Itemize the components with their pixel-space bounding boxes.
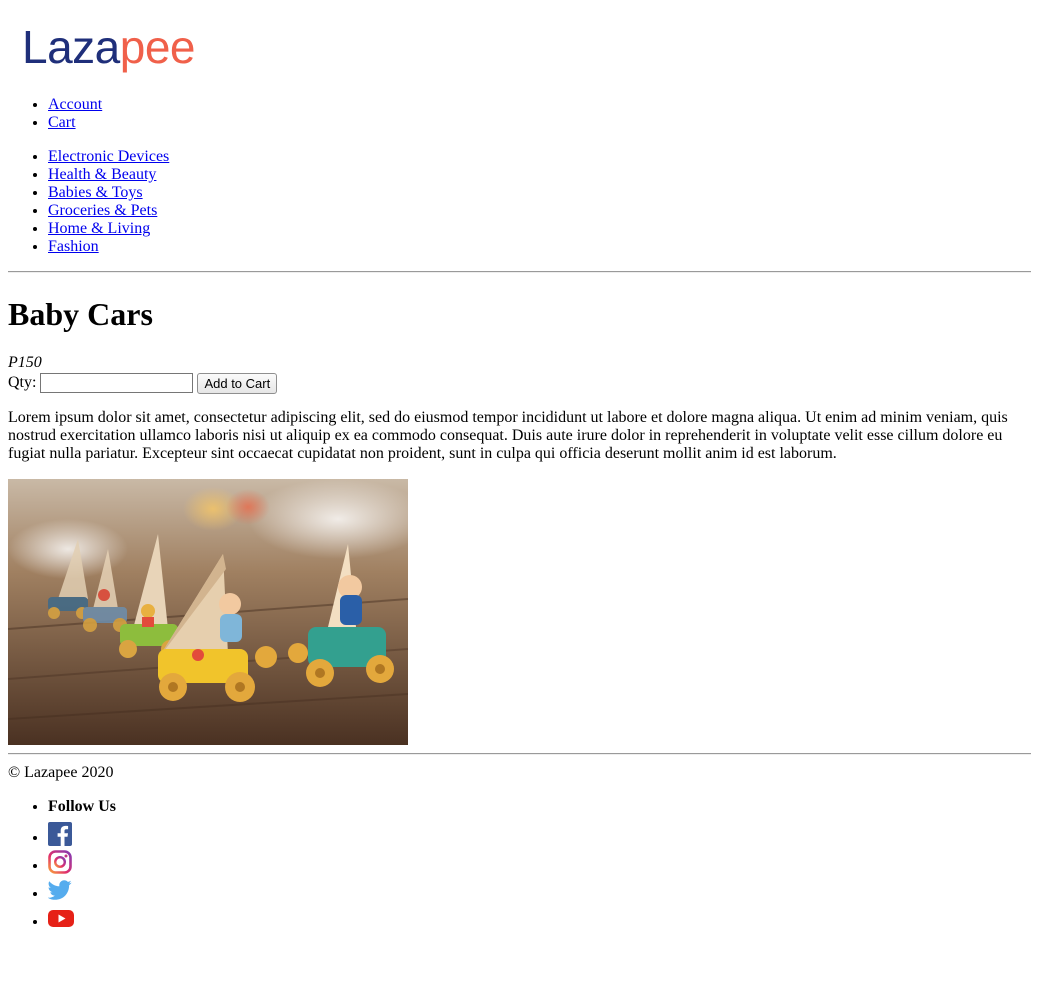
youtube-link[interactable]	[48, 910, 74, 930]
instagram-link[interactable]	[48, 850, 72, 874]
category-item: Babies & Toys	[48, 184, 169, 202]
copyright-text: © Lazapee 2020	[8, 764, 114, 781]
logo-text-accent: pee	[119, 21, 196, 73]
product-price: P150	[8, 354, 42, 371]
category-link-babies-toys[interactable]: Babies & Toys	[48, 184, 143, 201]
category-item: Groceries & Pets	[48, 202, 169, 220]
social-item	[48, 822, 116, 850]
logo-text-primary: Laza	[22, 21, 120, 73]
category-item: Electronic Devices	[48, 148, 169, 166]
youtube-icon	[48, 910, 74, 927]
social-item	[47, 878, 116, 906]
category-link-fashion[interactable]: Fashion	[48, 238, 99, 255]
product-description: Lorem ipsum dolor sit amet, consectetur …	[8, 409, 1008, 462]
category-link-health-beauty[interactable]: Health & Beauty	[48, 166, 156, 183]
add-to-cart-form: Qty: Add to Cart	[8, 372, 278, 394]
category-link-electronic-devices[interactable]: Electronic Devices	[48, 148, 169, 165]
category-item: Fashion	[48, 238, 169, 256]
account-link[interactable]: Account	[48, 96, 102, 113]
toy-cars-photo	[8, 479, 408, 745]
account-nav-item: Cart	[48, 114, 102, 132]
instagram-icon	[48, 850, 72, 874]
cart-link[interactable]: Cart	[48, 114, 76, 131]
brand-logo[interactable]: Lazapee	[22, 21, 196, 73]
social-item	[48, 906, 116, 934]
add-to-cart-button[interactable]: Add to Cart	[197, 372, 278, 394]
product-image	[8, 479, 408, 745]
product-title: Baby Cars	[8, 296, 153, 332]
twitter-icon	[47, 880, 72, 900]
social-item	[48, 850, 116, 878]
account-nav: Account Cart	[8, 96, 102, 132]
facebook-icon	[48, 822, 72, 846]
social-links: Follow Us	[8, 798, 116, 934]
follow-us-label: Follow Us	[48, 798, 116, 816]
category-link-groceries-pets[interactable]: Groceries & Pets	[48, 202, 157, 219]
twitter-link[interactable]	[47, 880, 72, 902]
footer-divider	[8, 753, 1031, 755]
category-item: Health & Beauty	[48, 166, 169, 184]
category-nav: Electronic Devices Health & Beauty Babie…	[8, 148, 169, 256]
category-item: Home & Living	[48, 220, 169, 238]
category-link-home-living[interactable]: Home & Living	[48, 220, 150, 237]
header-divider	[8, 271, 1031, 273]
qty-input[interactable]	[40, 373, 194, 393]
facebook-link[interactable]	[48, 822, 72, 846]
account-nav-item: Account	[48, 96, 102, 114]
qty-label: Qty:	[8, 374, 37, 391]
